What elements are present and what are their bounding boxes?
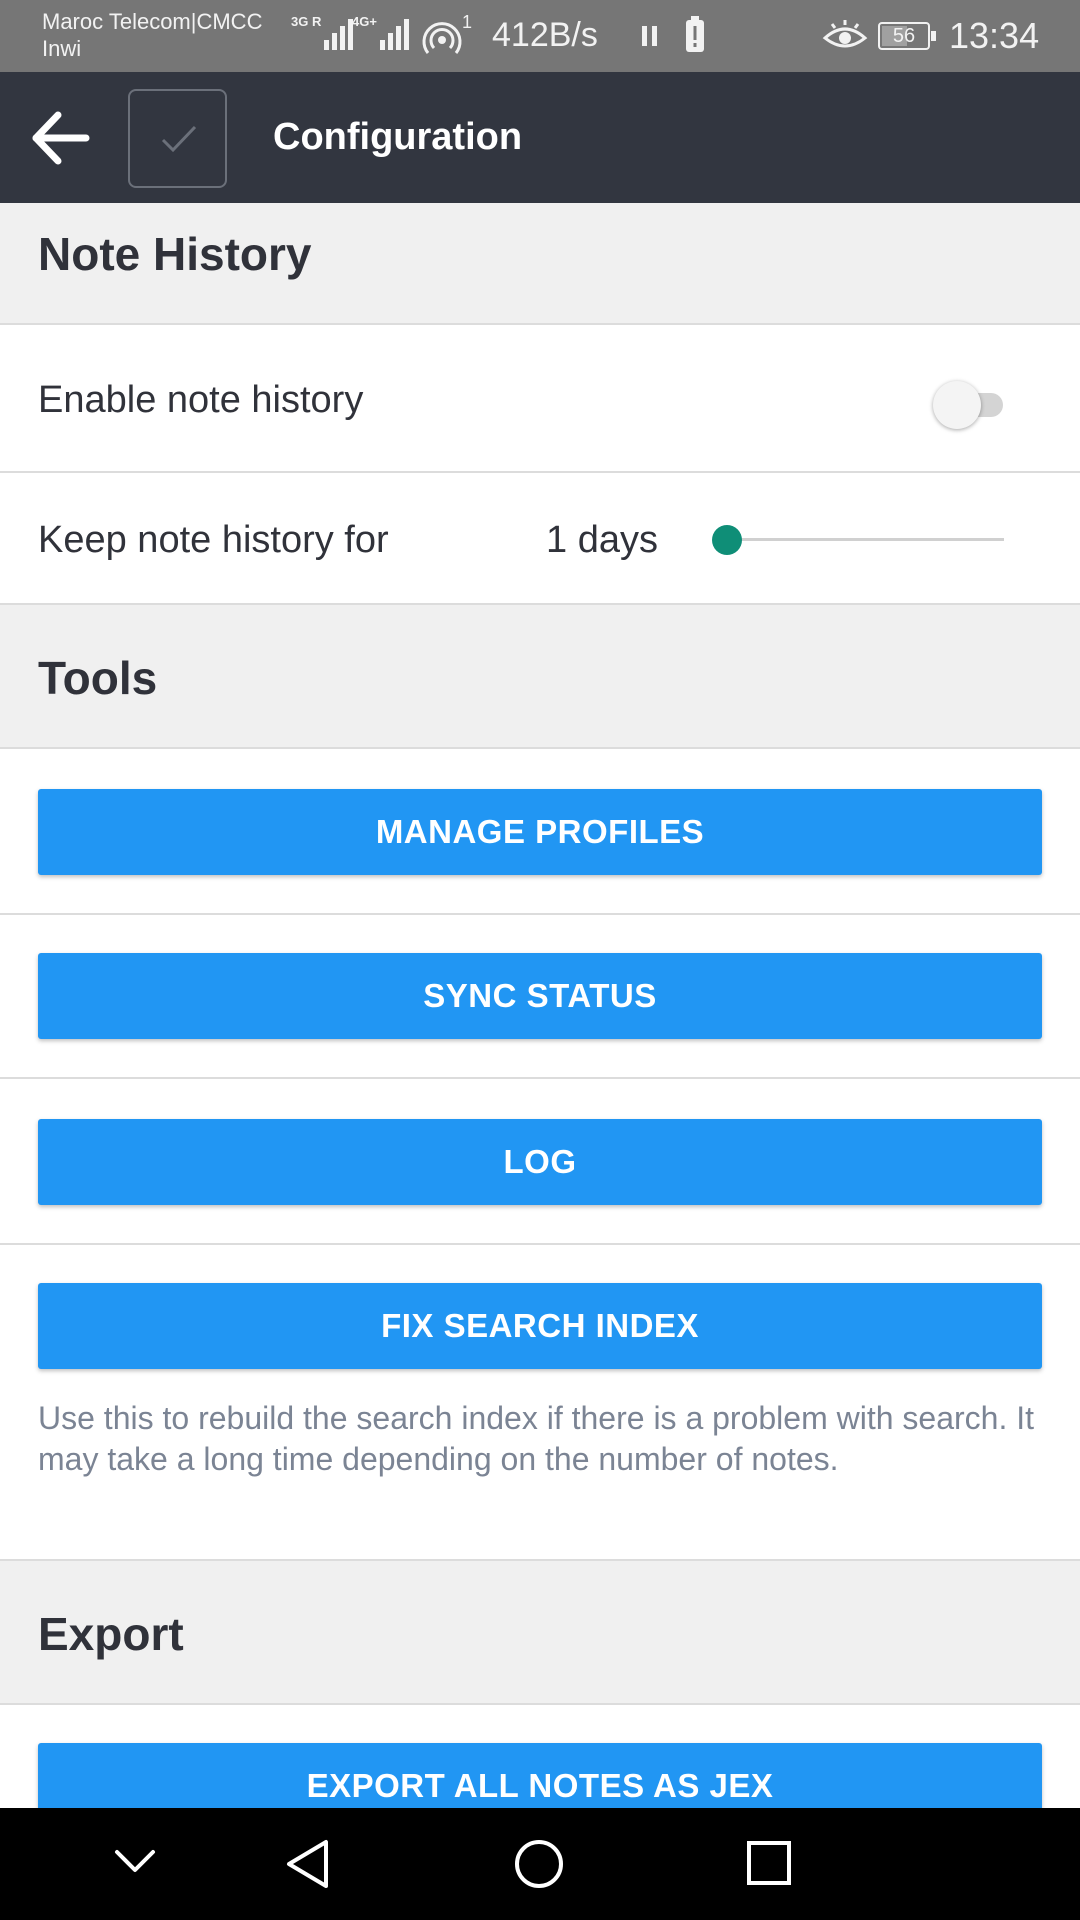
fix-search-index-description: Use this to rebuild the search index if … bbox=[38, 1400, 1035, 1477]
section-title-export: Export bbox=[38, 1608, 184, 1660]
settings-list[interactable]: Note History Enable note history Keep no… bbox=[0, 203, 1080, 1808]
battery-level: 56 bbox=[892, 25, 916, 47]
hotspot-count: 1 bbox=[462, 12, 473, 32]
page-title: Configuration bbox=[273, 116, 523, 158]
checkmark-icon bbox=[161, 125, 197, 153]
signal-icon-sim1: 3G R bbox=[291, 14, 354, 50]
keep-note-history-label: Keep note history for bbox=[38, 519, 389, 561]
home-circle-icon[interactable] bbox=[513, 1838, 565, 1890]
battery-icon: 56 bbox=[878, 22, 936, 50]
tool-row-sync-status: SYNC STATUS bbox=[0, 915, 1080, 1079]
arrow-left-icon bbox=[32, 111, 90, 165]
carrier-2: Inwi bbox=[42, 36, 82, 61]
manage-profiles-button[interactable]: MANAGE PROFILES bbox=[38, 789, 1042, 875]
export-all-notes-jex-button[interactable]: EXPORT ALL NOTES AS JEX bbox=[38, 1743, 1042, 1808]
hotspot-icon bbox=[422, 22, 462, 54]
section-title-note-history: Note History bbox=[38, 228, 312, 280]
back-triangle-icon[interactable] bbox=[284, 1838, 332, 1890]
signal-icon-sim2: 4G+ bbox=[352, 14, 409, 50]
recents-square-icon[interactable] bbox=[746, 1840, 792, 1886]
carrier-1: Maroc Telecom|CMCC bbox=[42, 9, 263, 34]
setting-row-enable-note-history[interactable]: Enable note history bbox=[0, 325, 1080, 473]
tool-row-log: LOG bbox=[0, 1079, 1080, 1245]
network-type-1: 3G R bbox=[291, 14, 322, 29]
sync-status-button[interactable]: SYNC STATUS bbox=[38, 953, 1042, 1039]
section-header-export: Export bbox=[0, 1561, 1080, 1705]
log-button[interactable]: LOG bbox=[38, 1119, 1042, 1205]
eye-comfort-icon bbox=[822, 20, 868, 48]
section-title-tools: Tools bbox=[38, 652, 158, 704]
system-nav-bar bbox=[0, 1808, 1080, 1920]
network-speed: 412B/s bbox=[492, 16, 598, 54]
keep-note-history-value: 1 days bbox=[546, 519, 658, 561]
tool-row-fix-search-index: FIX SEARCH INDEX Use this to rebuild the… bbox=[0, 1245, 1080, 1561]
pause-icon bbox=[642, 26, 657, 46]
carrier-names: Maroc Telecom|CMCC Inwi bbox=[42, 8, 262, 62]
fix-search-index-button[interactable]: FIX SEARCH INDEX bbox=[38, 1283, 1042, 1369]
alert-icon bbox=[686, 16, 704, 52]
save-button[interactable] bbox=[128, 89, 227, 188]
export-row-jex: EXPORT ALL NOTES AS JEX bbox=[0, 1705, 1080, 1808]
section-header-tools: Tools bbox=[0, 605, 1080, 749]
tool-row-manage-profiles: MANAGE PROFILES bbox=[0, 749, 1080, 915]
network-type-2: 4G+ bbox=[352, 14, 377, 29]
chevron-down-icon[interactable] bbox=[114, 1848, 156, 1874]
keep-note-history-slider[interactable] bbox=[712, 519, 1004, 559]
app-bar: Configuration bbox=[0, 72, 1080, 203]
enable-note-history-toggle[interactable] bbox=[933, 381, 1015, 429]
section-header-note-history: Note History bbox=[0, 203, 1080, 325]
status-bar: Maroc Telecom|CMCC Inwi 3G R 4G+ 1 412B/… bbox=[0, 0, 1080, 72]
clock: 13:34 bbox=[949, 15, 1040, 56]
back-button[interactable] bbox=[30, 108, 92, 168]
setting-row-keep-note-history: Keep note history for 1 days bbox=[0, 473, 1080, 605]
slider-thumb[interactable] bbox=[712, 525, 742, 555]
enable-note-history-label: Enable note history bbox=[38, 379, 364, 421]
